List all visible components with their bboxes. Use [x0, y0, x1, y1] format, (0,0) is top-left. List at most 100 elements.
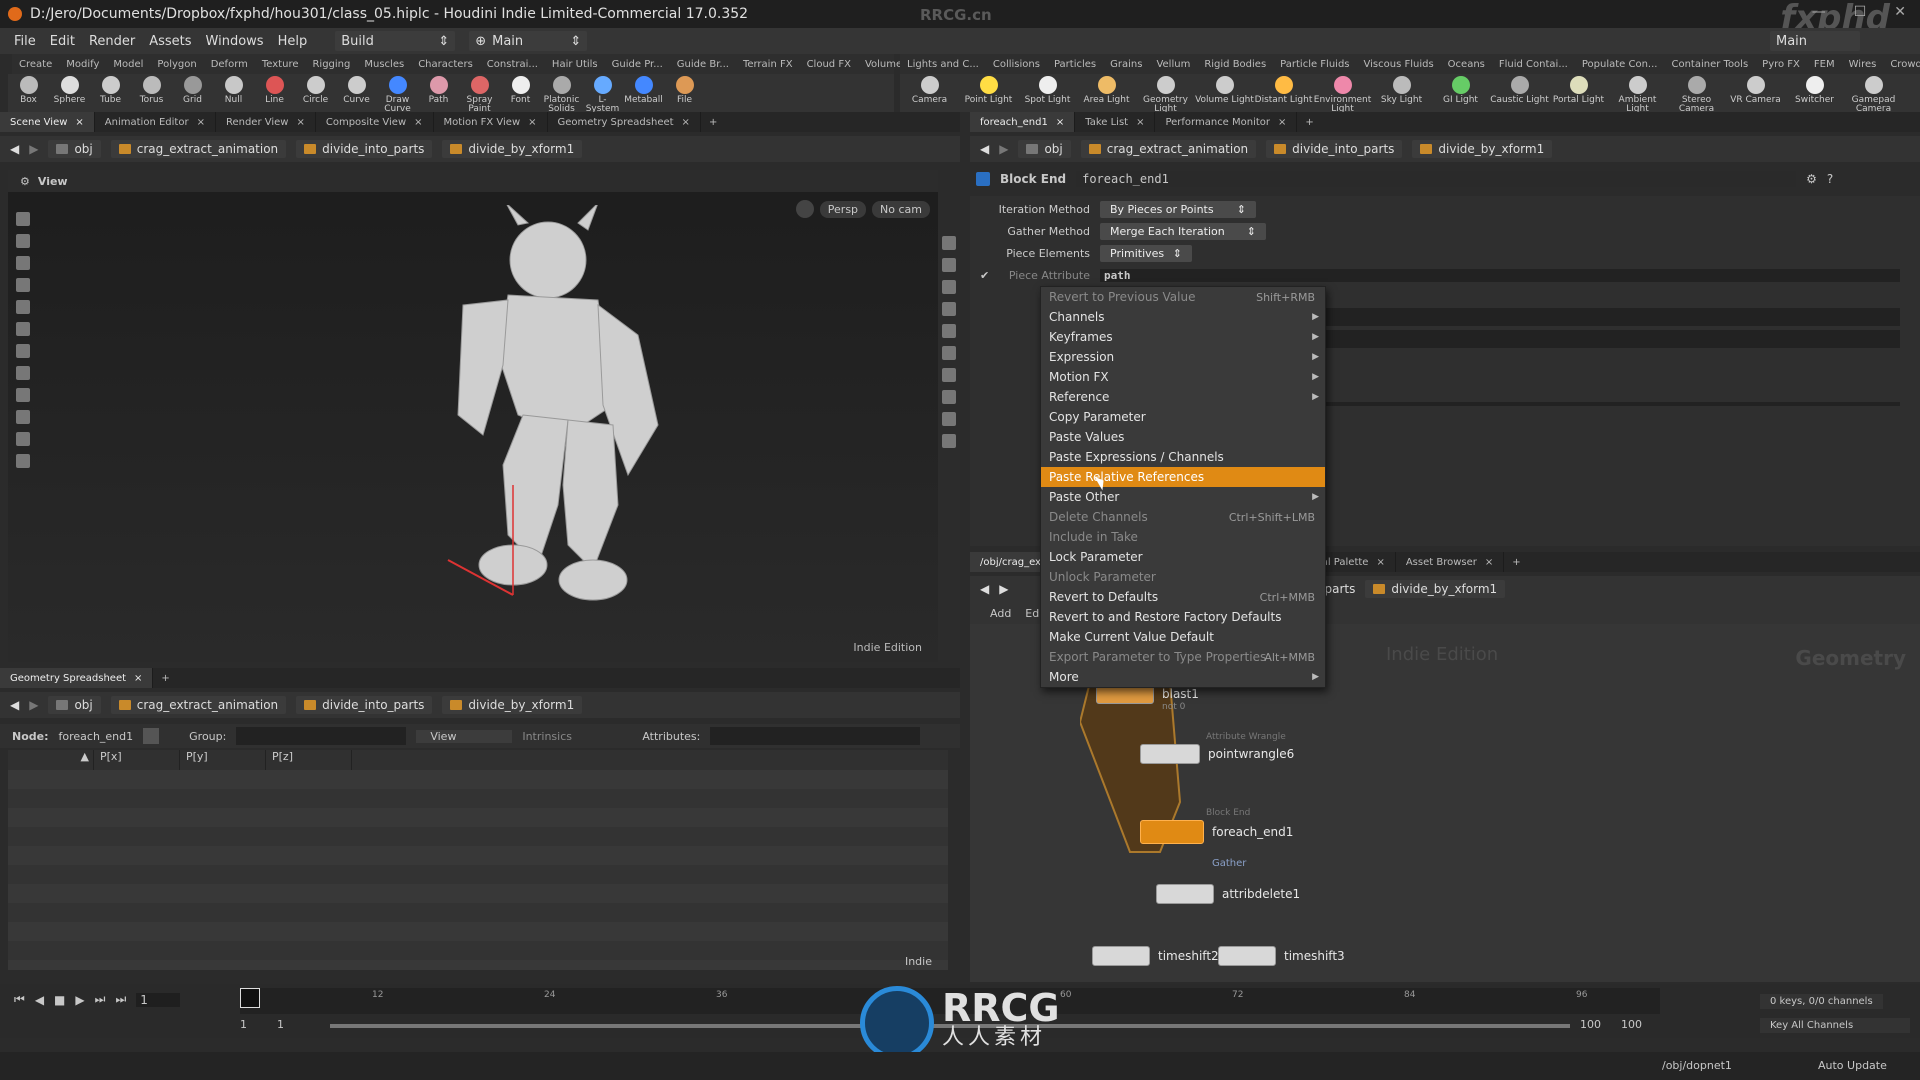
path-obj[interactable]: obj [48, 140, 101, 158]
param-path-crag[interactable]: crag_extract_animation [1080, 140, 1257, 158]
spreadsheet-table[interactable]: ▲ P[x] P[y] P[z] Indie [8, 750, 948, 970]
menu-item-revert-to-and-restore-factory-defaults[interactable]: Revert to and Restore Factory Defaults [1041, 607, 1325, 627]
tab-close-icon[interactable]: × [134, 673, 142, 684]
shelf-tool-box[interactable]: Box [8, 74, 49, 105]
shelf-tool-camera[interactable]: Camera [900, 74, 959, 105]
add-menu[interactable]: Add [990, 607, 1011, 620]
light-tool-icon[interactable] [16, 454, 30, 468]
shelf-tab-fem[interactable]: FEM [1807, 59, 1842, 70]
shelf-tool-metaball[interactable]: Metaball [623, 74, 664, 105]
shelf-tool-null[interactable]: Null [213, 74, 254, 105]
shelf-tab-guide-br[interactable]: Guide Br... [670, 59, 736, 70]
lock-camera-icon[interactable] [795, 200, 814, 218]
add-tab-icon[interactable]: + [1297, 117, 1321, 128]
shelf-tool-distant-light[interactable]: Distant Light [1254, 74, 1313, 105]
shelf-tab-grains[interactable]: Grains [1103, 59, 1149, 70]
shelf-tab-vellum[interactable]: Vellum [1149, 59, 1197, 70]
shelf-tab-polygon[interactable]: Polygon [150, 59, 203, 70]
path-divide-xform[interactable]: divide_by_xform1 [442, 140, 583, 158]
shelf-tab-rigging[interactable]: Rigging [305, 59, 357, 70]
shelf-tool-curve[interactable]: Curve [336, 74, 377, 105]
menu-item-copy-parameter[interactable]: Copy Parameter [1041, 407, 1325, 427]
forward-icon[interactable]: ▶ [29, 142, 38, 156]
play-icon[interactable]: ▶ [75, 993, 84, 1007]
background-icon[interactable] [942, 324, 956, 338]
persp-dropdown[interactable]: Persp [819, 200, 867, 218]
param-path-divide-xform[interactable]: divide_by_xform1 [1412, 140, 1553, 158]
camera-icon[interactable] [942, 434, 956, 448]
path-divide-parts[interactable]: divide_into_parts [296, 140, 433, 158]
shelf-tool-volume-light[interactable]: Volume Light [1195, 74, 1254, 105]
tab-animation-editor[interactable]: Animation Editor × [95, 112, 216, 132]
shelf-tab-texture[interactable]: Texture [255, 59, 306, 70]
tab-close-icon[interactable]: × [197, 117, 205, 128]
key-all-channels-dropdown[interactable]: Key All Channels [1760, 1018, 1910, 1033]
gear-icon[interactable]: ⚙ [1806, 172, 1817, 186]
menu-item-lock-parameter[interactable]: Lock Parameter [1041, 547, 1325, 567]
node-timeshift2[interactable]: timeshift2 [1092, 946, 1219, 966]
path-crag[interactable]: crag_extract_animation [110, 140, 287, 158]
shelf-tool-caustic-light[interactable]: Caustic Light [1490, 74, 1549, 105]
desktop-dropdown[interactable]: ⊕ Main ⇕ [469, 31, 588, 51]
shelf-tool-torus[interactable]: Torus [131, 74, 172, 105]
select-tool-icon[interactable] [16, 212, 30, 226]
shelf-tool-line[interactable]: Line [254, 74, 295, 105]
tab-close-icon[interactable]: × [75, 117, 83, 128]
range-end2-field[interactable]: 100 [1621, 1018, 1642, 1031]
shelf-tool-tube[interactable]: Tube [90, 74, 131, 105]
range-end-field[interactable]: 100 [1580, 1018, 1601, 1031]
piece-attribute-field[interactable]: path [1100, 268, 1900, 282]
shelf-tool-draw-curve[interactable]: Draw Curve [377, 74, 418, 114]
edit-menu[interactable]: Ed [1025, 607, 1039, 620]
menu-item-channels[interactable]: Channels ▶ [1041, 307, 1325, 327]
shelf-tab-pyro-fx[interactable]: Pyro FX [1755, 59, 1807, 70]
shelf-tool-portal-light[interactable]: Portal Light [1549, 74, 1608, 105]
shelf-tab-create[interactable]: Create [12, 59, 59, 70]
shelf-tab-muscles[interactable]: Muscles [357, 59, 411, 70]
param-path-divide-parts[interactable]: divide_into_parts [1266, 140, 1403, 158]
view-tool-icon[interactable] [16, 410, 30, 424]
menu-file[interactable]: File [14, 34, 36, 49]
menu-windows[interactable]: Windows [206, 34, 264, 49]
node-attribdelete1[interactable]: attribdelete1 [1156, 884, 1300, 904]
menu-item-keyframes[interactable]: Keyframes ▶ [1041, 327, 1325, 347]
shelf-tab-lights-and-c[interactable]: Lights and C... [900, 59, 986, 70]
tab-motion-fx-view[interactable]: Motion FX View × [434, 112, 548, 132]
menu-item-motion-fx[interactable]: Motion FX ▶ [1041, 367, 1325, 387]
shelf-tab-cloud-fx[interactable]: Cloud FX [800, 59, 858, 70]
transform-tool-icon[interactable] [16, 278, 30, 292]
shelf-tool-sky-light[interactable]: Sky Light [1372, 74, 1431, 105]
maximize-icon[interactable]: ☐ [1854, 4, 1867, 20]
menu-assets[interactable]: Assets [149, 34, 191, 49]
attributes-input[interactable] [710, 727, 921, 745]
shelf-tab-populate-con[interactable]: Populate Con... [1575, 59, 1665, 70]
node-foreach-end1[interactable]: foreach_end1 Block End Gather [1140, 808, 1293, 869]
shelf-tab-wires[interactable]: Wires [1842, 59, 1884, 70]
shading-icon[interactable] [942, 280, 956, 294]
ghost-icon[interactable] [942, 302, 956, 316]
tab-close-icon[interactable]: × [296, 117, 304, 128]
paint-tool-icon[interactable] [16, 344, 30, 358]
node-pointwrangle6[interactable]: pointwrangle6 Attribute Wrangle [1140, 732, 1294, 764]
shelf-tool-environment-light[interactable]: Environment Light [1313, 74, 1372, 114]
shelf-tool-font[interactable]: Font [500, 74, 541, 105]
loop-icon[interactable]: ⏭ [115, 992, 126, 1007]
shelf-tab-fluid-contai[interactable]: Fluid Contai... [1492, 59, 1575, 70]
shelf-tool-circle[interactable]: Circle [295, 74, 336, 105]
shelf-tab-guide-pr[interactable]: Guide Pr... [605, 59, 670, 70]
tab-geometry-spreadsheet[interactable]: Geometry Spreadsheet × [548, 112, 701, 132]
tab-close-icon[interactable]: × [1136, 117, 1144, 128]
scale-tool-icon[interactable] [16, 322, 30, 336]
normals-icon[interactable] [942, 368, 956, 382]
shelf-tool-gi-light[interactable]: GI Light [1431, 74, 1490, 105]
piece-attribute-checkbox[interactable]: ✔ [980, 269, 994, 282]
range-start2-field[interactable]: 1 [277, 1018, 284, 1031]
menu-item-paste-other[interactable]: Paste Other ▶ [1041, 487, 1325, 507]
net-forward-icon[interactable]: ▶ [999, 582, 1008, 596]
points-mode-icon[interactable] [143, 728, 160, 744]
node-name-field[interactable]: foreach_end1 [1076, 171, 1797, 187]
gather-method-dropdown[interactable]: Merge Each Iteration ⇕ [1100, 222, 1266, 240]
node-timeshift3[interactable]: timeshift3 [1218, 946, 1345, 966]
shelf-tool-gamepad-camera[interactable]: Gamepad Camera [1844, 74, 1903, 114]
menu-render[interactable]: Render [89, 34, 135, 49]
